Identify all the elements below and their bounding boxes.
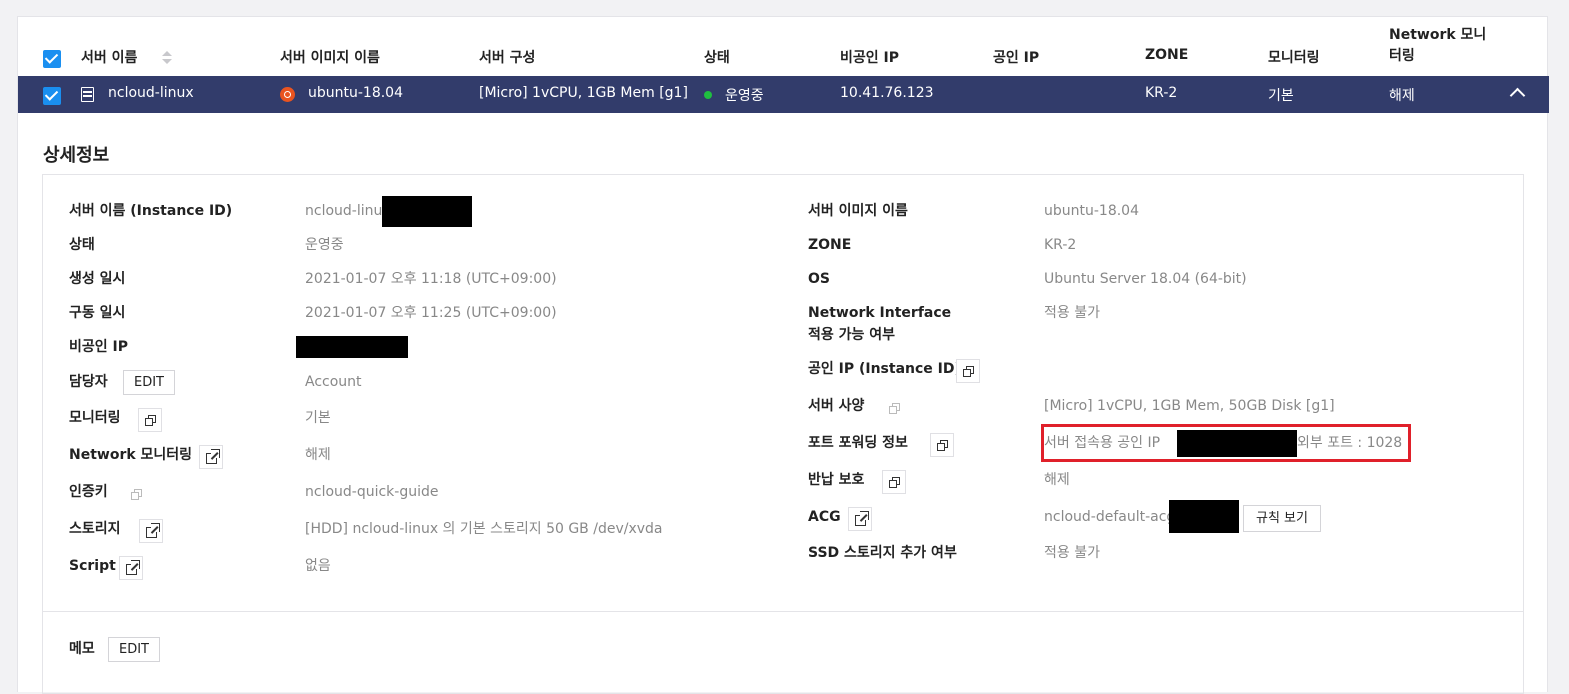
label-status: 상태 — [69, 237, 95, 253]
label-network-interface: Network Interface — [808, 305, 952, 321]
row-network-monitoring: 해제 — [1389, 88, 1415, 104]
label-acg: ACG — [808, 509, 841, 525]
label-ssd-storage: SSD 스토리지 추가 여부 — [808, 545, 957, 561]
detail-box: 서버 이름 (Instance ID) ncloud-linux 상태 운영중 … — [42, 174, 1524, 694]
value-script: 없음 — [305, 558, 331, 574]
server-list-panel: 서버 이름 서버 이미지 이름 서버 구성 상태 비공인 IP 공인 IP ZO… — [17, 16, 1549, 694]
col-status: 상태 — [704, 50, 730, 66]
auth-key-copy-icon — [124, 482, 148, 506]
return-protection-copy-icon[interactable] — [882, 470, 906, 494]
value-monitoring: 기본 — [305, 410, 331, 426]
label-memo: 메모 — [69, 641, 95, 657]
detail-title: 상세정보 — [43, 145, 110, 166]
server-icon — [81, 87, 94, 102]
row-server-spec: [Micro] 1vCPU, 1GB Mem [g1] — [479, 85, 688, 101]
value-return-protection: 해제 — [1044, 472, 1070, 488]
select-all-checkbox[interactable] — [43, 50, 61, 68]
value-auth-key: ncloud-quick-guide — [305, 484, 439, 500]
table-row[interactable]: ncloud-linux ubuntu-18.04 [Micro] 1vCPU,… — [18, 76, 1549, 113]
label-script: Script — [69, 558, 116, 574]
row-checkbox[interactable] — [43, 87, 61, 105]
label-server-spec: 서버 사양 — [808, 398, 865, 414]
value-ssd-storage: 적용 불가 — [1044, 545, 1100, 561]
col-server-spec: 서버 구성 — [479, 50, 536, 66]
col-private-ip: 비공인 IP — [840, 50, 899, 66]
value-server-image: ubuntu-18.04 — [1044, 203, 1139, 219]
storage-external-link-icon[interactable] — [139, 519, 163, 543]
value-network-monitoring: 해제 — [305, 447, 331, 463]
divider — [43, 611, 1523, 612]
manager-edit-button[interactable]: EDIT — [123, 370, 175, 395]
row-monitoring: 기본 — [1268, 88, 1294, 104]
value-network-interface: 적용 불가 — [1044, 305, 1100, 321]
value-server-spec: [Micro] 1vCPU, 1GB Mem, 50GB Disk [g1] — [1044, 398, 1335, 414]
value-os: Ubuntu Server 18.04 (64-bit) — [1044, 271, 1247, 287]
port-forwarding-copy-icon[interactable] — [930, 433, 954, 457]
row-status: 운영중 — [725, 88, 764, 104]
ubuntu-icon — [280, 87, 295, 102]
label-network-monitoring: Network 모니터링 — [69, 447, 193, 463]
memo-edit-button[interactable]: EDIT — [108, 637, 160, 662]
value-server-name: ncloud-linux — [305, 203, 391, 219]
redacted-acg-id — [1169, 500, 1239, 533]
row-server-name: ncloud-linux — [108, 85, 194, 101]
server-spec-copy-icon — [882, 396, 906, 420]
collapse-chevron-icon[interactable] — [1509, 87, 1526, 104]
status-dot-icon — [704, 91, 712, 99]
label-started: 구동 일시 — [69, 305, 126, 321]
col-public-ip: 공인 IP — [993, 50, 1040, 66]
label-manager: 담당자 — [69, 374, 108, 390]
label-public-ip: 공인 IP (Instance ID) — [808, 361, 961, 377]
acg-external-link-icon[interactable] — [848, 507, 872, 531]
label-server-name: 서버 이름 (Instance ID) — [69, 203, 233, 219]
sort-icon[interactable] — [162, 51, 172, 65]
row-private-ip: 10.41.76.123 — [840, 85, 934, 101]
label-network-interface-2: 적용 가능 여부 — [808, 327, 896, 343]
value-created: 2021-01-07 오후 11:18 (UTC+09:00) — [305, 271, 557, 287]
acg-rules-button[interactable]: 규칙 보기 — [1243, 505, 1321, 532]
label-os: OS — [808, 271, 830, 287]
network-monitoring-external-link-icon[interactable] — [199, 445, 223, 469]
label-monitoring: 모니터링 — [69, 410, 121, 426]
col-zone: ZONE — [1145, 47, 1189, 63]
highlight-box — [1041, 424, 1411, 462]
label-port-forwarding: 포트 포워딩 정보 — [808, 435, 908, 451]
value-zone: KR-2 — [1044, 237, 1077, 253]
label-return-protection: 반납 보호 — [808, 472, 865, 488]
col-network-monitoring: Network 모니터링 — [1389, 27, 1487, 64]
label-private-ip: 비공인 IP — [69, 339, 128, 355]
col-server-name[interactable]: 서버 이름 — [81, 47, 137, 67]
script-external-link-icon[interactable] — [119, 556, 143, 580]
redacted-private-ip — [296, 336, 408, 358]
label-created: 생성 일시 — [69, 271, 126, 287]
label-storage: 스토리지 — [69, 521, 121, 537]
col-server-image: 서버 이미지 이름 — [280, 50, 380, 66]
label-server-image: 서버 이미지 이름 — [808, 203, 908, 219]
value-storage: [HDD] ncloud-linux 의 기본 스토리지 50 GB /dev/… — [305, 521, 663, 537]
value-started: 2021-01-07 오후 11:25 (UTC+09:00) — [305, 305, 557, 321]
table-header: 서버 이름 서버 이미지 이름 서버 구성 상태 비공인 IP 공인 IP ZO… — [18, 17, 1549, 76]
col-monitoring: 모니터링 — [1268, 50, 1320, 66]
value-acg: ncloud-default-acg — [1044, 509, 1176, 525]
label-auth-key: 인증키 — [69, 484, 108, 500]
value-status: 운영중 — [305, 237, 344, 253]
row-zone: KR-2 — [1145, 85, 1178, 101]
redacted-instance-id — [382, 196, 472, 227]
public-ip-copy-icon[interactable] — [956, 359, 980, 383]
value-manager: Account — [305, 374, 362, 390]
row-server-image: ubuntu-18.04 — [308, 85, 403, 101]
monitoring-copy-icon[interactable] — [138, 408, 162, 432]
label-zone: ZONE — [808, 237, 852, 253]
